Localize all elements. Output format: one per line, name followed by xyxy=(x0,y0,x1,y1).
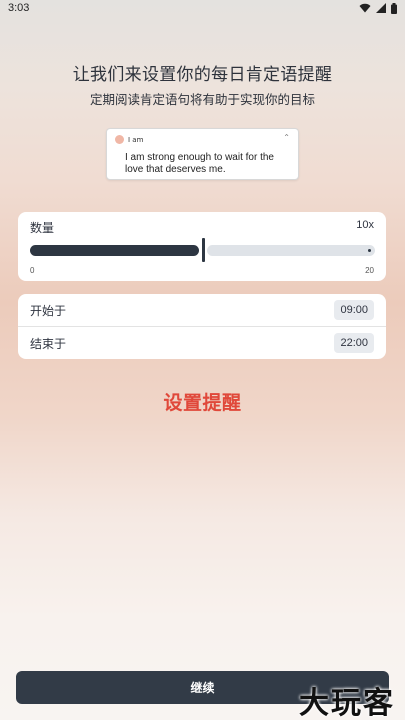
start-time-label: 开始于 xyxy=(30,303,67,318)
app-icon xyxy=(115,135,124,144)
quantity-value: 10x xyxy=(356,219,374,231)
start-time-row[interactable]: 开始于 09:00 xyxy=(18,294,386,326)
notification-text: I am strong enough to wait for the love … xyxy=(125,152,274,175)
page-title: 让我们来设置你的每日肯定语提醒 xyxy=(72,65,333,85)
slider-stop-indicator xyxy=(368,249,371,252)
status-icons xyxy=(359,2,397,14)
notification-app-name: I am xyxy=(128,135,144,144)
status-bar: 3:03 xyxy=(0,0,405,16)
wifi-icon xyxy=(359,3,371,13)
page-subtitle: 定期阅读肯定语句将有助于实现你的目标 xyxy=(89,92,315,107)
slider-inactive-track xyxy=(207,245,375,256)
slider-min-label: 0 xyxy=(30,266,35,275)
status-time: 3:03 xyxy=(8,2,30,14)
signal-icon xyxy=(376,3,386,13)
slider-max-label: 20 xyxy=(365,266,374,275)
schedule-card: 开始于 09:00 结束于 22:00 xyxy=(18,294,386,359)
notification-preview: I am ⌃ I am strong enough to wait for th… xyxy=(106,128,299,180)
quantity-label: 数量 xyxy=(30,221,55,235)
quantity-slider[interactable] xyxy=(30,238,375,262)
quantity-card: 数量 10x 0 20 xyxy=(18,212,386,281)
battery-icon xyxy=(391,2,397,14)
watermark-logo: 大玩客 xyxy=(299,686,395,720)
end-time-chip[interactable]: 22:00 xyxy=(334,333,374,353)
set-reminder-button[interactable]: 设置提醒 xyxy=(0,388,405,415)
end-time-label: 结束于 xyxy=(30,336,67,351)
chevron-up-icon: ⌃ xyxy=(283,133,290,142)
slider-active-track xyxy=(30,245,199,256)
notification-header: I am xyxy=(115,135,143,144)
start-time-chip[interactable]: 09:00 xyxy=(334,300,374,320)
end-time-row[interactable]: 结束于 22:00 xyxy=(18,327,386,359)
slider-thumb[interactable] xyxy=(202,238,205,262)
